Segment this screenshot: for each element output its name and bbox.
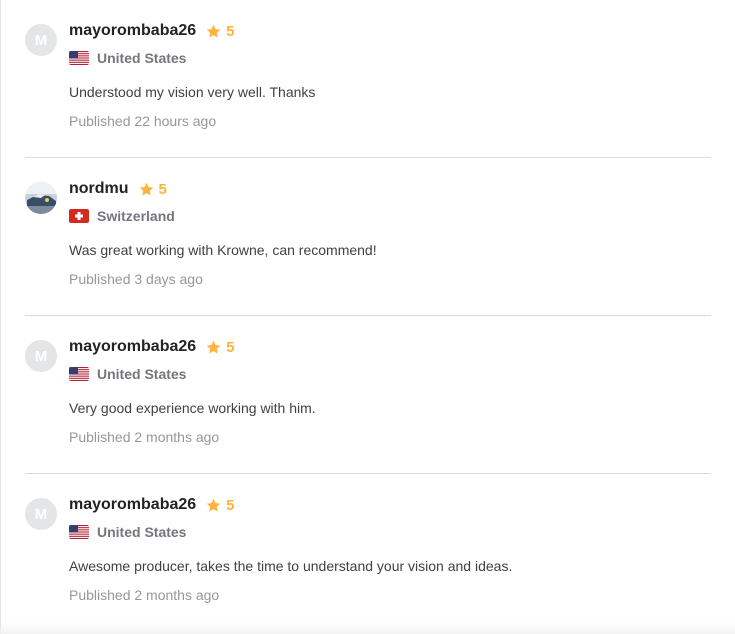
rating-value: 5 (158, 180, 167, 198)
review-list: M mayorombaba26 5 United States Understo… (25, 0, 711, 632)
star-icon (206, 340, 221, 353)
review-header: mayorombaba26 5 (69, 20, 711, 42)
star-icon (206, 498, 221, 511)
review-item: M mayorombaba26 5 (25, 0, 711, 158)
us-flag-icon (69, 51, 89, 65)
reviewer-username[interactable]: nordmu (69, 180, 129, 198)
reviewer-country: United States (69, 48, 711, 68)
avatar[interactable]: M (25, 340, 57, 372)
ch-flag-icon (69, 209, 89, 223)
review-text: Awesome producer, takes the time to unde… (69, 558, 513, 574)
review-text: Was great working with Krowne, can recom… (69, 242, 377, 258)
review-text: Very good experience working with him. (69, 400, 316, 416)
rating-value: 5 (226, 338, 235, 356)
review-item: M mayorombaba26 5 (25, 474, 711, 632)
us-flag-icon (69, 367, 89, 381)
us-flag-icon (69, 525, 89, 539)
reviewer-country: Switzerland (69, 206, 711, 226)
review-content: mayorombaba26 5 United (69, 494, 711, 605)
rating: 5 (206, 338, 235, 356)
published-time: Published 3 days ago (69, 271, 203, 287)
reviewer-username[interactable]: mayorombaba26 (69, 496, 196, 514)
left-border (0, 0, 1, 634)
review-text: Understood my vision very well. Thanks (69, 84, 316, 100)
published-time: Published 2 months ago (69, 429, 220, 445)
rating: 5 (206, 496, 235, 514)
published-time: Published 22 hours ago (69, 113, 217, 129)
bottom-fade (0, 622, 735, 634)
review-item: nordmu 5 Switzerland Was great working w… (25, 158, 711, 316)
review-header: mayorombaba26 5 (69, 494, 711, 516)
review-content: nordmu 5 Switzerland Was great working w… (69, 178, 711, 289)
reviewer-country: United States (69, 364, 711, 384)
review-content: mayorombaba26 5 United (69, 336, 711, 447)
star-icon (206, 24, 221, 37)
avatar[interactable] (25, 182, 57, 214)
country-name: Switzerland (97, 208, 175, 224)
rating: 5 (139, 181, 167, 198)
avatar[interactable]: M (25, 498, 57, 530)
reviewer-username[interactable]: mayorombaba26 (69, 338, 196, 356)
country-name: United States (97, 524, 187, 540)
published-time: Published 2 months ago (69, 587, 220, 603)
avatar[interactable]: M (25, 24, 57, 56)
avatar-photo (25, 182, 57, 214)
country-name: United States (97, 366, 187, 382)
review-item: M mayorombaba26 5 (25, 316, 711, 474)
star-icon (139, 182, 153, 195)
review-header: mayorombaba26 5 (69, 336, 711, 358)
reviewer-country: United States (69, 522, 711, 542)
rating: 5 (206, 22, 235, 40)
country-name: United States (97, 50, 187, 66)
reviewer-username[interactable]: mayorombaba26 (69, 22, 196, 40)
review-content: mayorombaba26 5 United (69, 20, 711, 131)
rating-value: 5 (226, 22, 235, 40)
rating-value: 5 (226, 496, 235, 514)
review-header: nordmu 5 (69, 178, 711, 200)
